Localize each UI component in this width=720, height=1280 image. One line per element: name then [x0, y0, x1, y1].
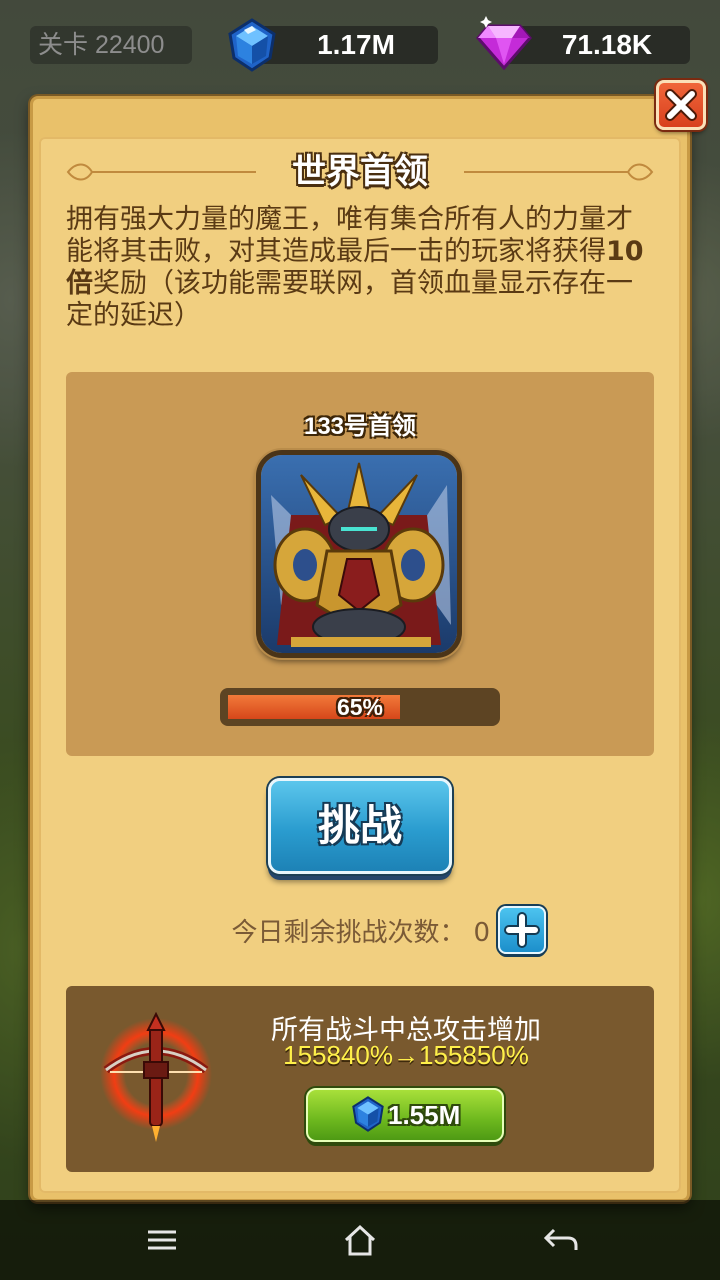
- crossbow-icon: [100, 1012, 212, 1142]
- menu-icon[interactable]: [142, 1222, 182, 1258]
- level-indicator: 关卡 22400: [30, 26, 192, 64]
- back-icon[interactable]: [540, 1222, 580, 1258]
- blue-gem-icon: [352, 1096, 384, 1132]
- remaining-count: 0: [473, 918, 490, 948]
- home-icon[interactable]: [340, 1222, 380, 1258]
- blue-gem-icon: [228, 18, 276, 72]
- title-ornament-right: [464, 163, 654, 181]
- add-attempts-button[interactable]: [498, 906, 546, 954]
- upgrade-cost: 1.55M: [388, 1100, 461, 1130]
- boss-description: 拥有强大力量的魔王，唯有集合所有人的力量才能将其击败，对其造成最后一击的玩家将获…: [66, 204, 644, 331]
- close-button[interactable]: [656, 80, 706, 130]
- close-icon: [665, 89, 697, 121]
- remaining-attempts: 今日剩余挑战次数： 0: [231, 918, 490, 948]
- boss-name: 133号首领: [303, 413, 417, 440]
- plus-icon: [504, 912, 540, 948]
- upgrade-values: 155840%→155850%: [283, 1040, 529, 1070]
- boss-health-label: 65%: [336, 694, 384, 720]
- challenge-button[interactable]: 挑战: [268, 778, 452, 874]
- pink-gem-icon: [476, 16, 532, 71]
- boss-portrait: [256, 450, 462, 658]
